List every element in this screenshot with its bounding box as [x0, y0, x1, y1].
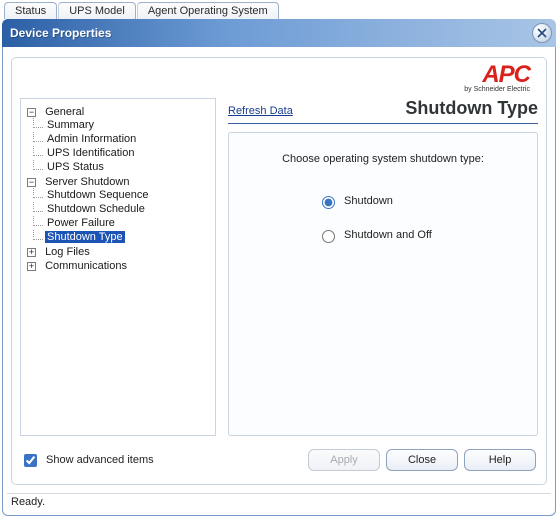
bottom-row: Show advanced items Apply Close Help — [20, 446, 536, 474]
statusbar: Ready. — [7, 493, 551, 511]
titlebar: Device Properties — [2, 19, 556, 47]
apply-button[interactable]: Apply — [308, 449, 380, 471]
app-window: Status UPS Model Agent Operating System … — [0, 0, 558, 518]
tab-ups-model[interactable]: UPS Model — [58, 2, 136, 19]
radio-shutdown-off-label: Shutdown and Off — [344, 229, 432, 241]
radio-shutdown-off[interactable] — [322, 230, 335, 243]
brand-logo: APC by Schneider Electric — [464, 66, 530, 93]
close-icon — [537, 28, 547, 38]
nav-tree[interactable]: − General Summary Admin Information UPS … — [20, 98, 216, 436]
brand-logo-sub: by Schneider Electric — [464, 86, 530, 93]
show-advanced[interactable]: Show advanced items — [20, 451, 154, 470]
option-shutdown[interactable]: Shutdown — [317, 193, 519, 209]
tree-node-power-failure[interactable]: Power Failure — [45, 217, 117, 229]
inner-panel: APC by Schneider Electric − General Summ… — [11, 57, 547, 485]
show-advanced-checkbox[interactable] — [24, 454, 37, 467]
status-text: Ready. — [11, 496, 45, 508]
content-pane: Refresh Data Shutdown Type Choose operat… — [216, 98, 538, 436]
button-group: Apply Close Help — [308, 449, 536, 471]
columns: − General Summary Admin Information UPS … — [20, 98, 538, 436]
tree-node-shutdown-schedule[interactable]: Shutdown Schedule — [45, 203, 147, 215]
tab-agent-os[interactable]: Agent Operating System — [137, 2, 279, 19]
page-heading: Shutdown Type — [405, 98, 538, 119]
close-button[interactable] — [532, 23, 552, 43]
content-header: Refresh Data Shutdown Type — [228, 98, 538, 124]
tree-node-general[interactable]: General — [43, 106, 86, 118]
window-title: Device Properties — [10, 26, 111, 40]
refresh-data-link[interactable]: Refresh Data — [228, 105, 293, 117]
tab-status[interactable]: Status — [4, 2, 57, 19]
client-area: APC by Schneider Electric − General Summ… — [2, 47, 556, 516]
tree-node-communications[interactable]: Communications — [43, 260, 129, 272]
radio-shutdown[interactable] — [322, 196, 335, 209]
expander-log-files[interactable]: + — [27, 248, 36, 257]
help-button[interactable]: Help — [464, 449, 536, 471]
property-tabs: Status UPS Model Agent Operating System — [0, 0, 558, 19]
tree-node-ups-identification[interactable]: UPS Identification — [45, 147, 136, 159]
close-panel-button[interactable]: Close — [386, 449, 458, 471]
brand-logo-text: APC — [464, 66, 530, 84]
content-box: Choose operating system shutdown type: S… — [228, 132, 538, 436]
option-shutdown-off[interactable]: Shutdown and Off — [317, 227, 519, 243]
tree-node-shutdown-type[interactable]: Shutdown Type — [45, 231, 125, 243]
show-advanced-label: Show advanced items — [46, 454, 154, 466]
tree-node-summary[interactable]: Summary — [45, 119, 96, 131]
radio-shutdown-label: Shutdown — [344, 195, 393, 207]
tree-node-admin-info[interactable]: Admin Information — [45, 133, 138, 145]
prompt-text: Choose operating system shutdown type: — [247, 153, 519, 165]
tree-node-shutdown-sequence[interactable]: Shutdown Sequence — [45, 189, 151, 201]
tree-node-log-files[interactable]: Log Files — [43, 246, 92, 258]
expander-general[interactable]: − — [27, 108, 36, 117]
expander-communications[interactable]: + — [27, 262, 36, 271]
tree-node-ups-status[interactable]: UPS Status — [45, 161, 106, 173]
tree-node-server-shutdown[interactable]: Server Shutdown — [43, 176, 131, 188]
expander-server-shutdown[interactable]: − — [27, 178, 36, 187]
